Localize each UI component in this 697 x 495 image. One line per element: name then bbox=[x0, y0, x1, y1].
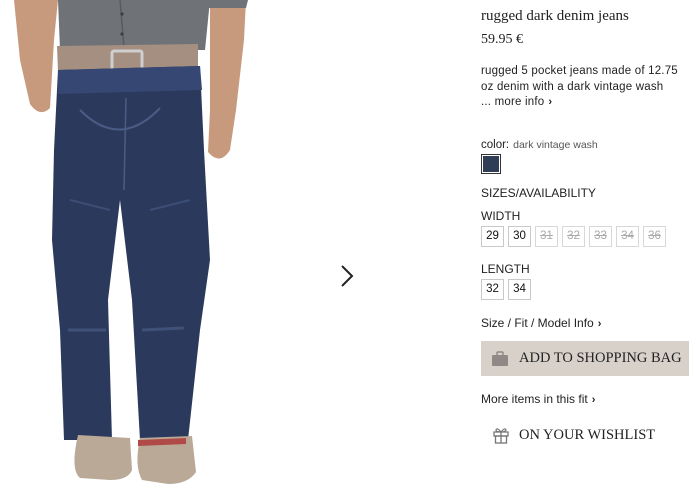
chevron-right-icon: › bbox=[597, 318, 602, 330]
shopping-bag-icon bbox=[492, 350, 508, 366]
length-label: LENGTH bbox=[481, 262, 530, 276]
length-options: 32 34 bbox=[481, 279, 531, 300]
description-text: rugged 5 pocket jeans made of 12.75 oz d… bbox=[481, 65, 678, 93]
add-to-shopping-bag-button[interactable]: ADD TO SHOPPING BAG bbox=[481, 341, 689, 376]
more-info-label: ... more info bbox=[481, 96, 545, 108]
next-image-arrow-icon[interactable] bbox=[336, 262, 358, 290]
color-label: color: bbox=[481, 139, 510, 151]
length-option[interactable]: 32 bbox=[481, 279, 504, 300]
width-option: 34 bbox=[616, 226, 639, 247]
wishlist-label: ON YOUR WISHLIST bbox=[519, 427, 656, 443]
product-image bbox=[14, 0, 248, 484]
size-fit-label: Size / Fit / Model Info bbox=[481, 316, 594, 330]
product-title: rugged dark denim jeans bbox=[481, 8, 629, 24]
gift-icon bbox=[493, 428, 509, 444]
more-info-link[interactable]: ... more info › bbox=[481, 96, 552, 108]
width-option: 33 bbox=[589, 226, 612, 247]
length-option[interactable]: 34 bbox=[508, 279, 531, 300]
product-price: 59.95 € bbox=[481, 32, 523, 47]
more-fit-label: More items in this fit bbox=[481, 392, 588, 406]
size-fit-model-info-link[interactable]: Size / Fit / Model Info › bbox=[481, 316, 601, 330]
width-option: 31 bbox=[535, 226, 558, 247]
width-option[interactable]: 30 bbox=[508, 226, 531, 247]
wishlist-button[interactable]: ON YOUR WISHLIST bbox=[493, 427, 655, 444]
chevron-right-icon: › bbox=[548, 96, 553, 108]
more-items-in-fit-link[interactable]: More items in this fit › bbox=[481, 392, 595, 406]
color-row: color: dark vintage wash bbox=[481, 139, 598, 151]
chevron-right-icon: › bbox=[591, 394, 596, 406]
color-swatch[interactable] bbox=[481, 154, 501, 174]
color-value: dark vintage wash bbox=[513, 139, 598, 151]
width-option: 32 bbox=[562, 226, 585, 247]
add-to-bag-label: ADD TO SHOPPING BAG bbox=[519, 350, 682, 366]
color-swatch-fill bbox=[483, 156, 499, 172]
width-label: WIDTH bbox=[481, 209, 521, 223]
width-option[interactable]: 29 bbox=[481, 226, 504, 247]
sizes-availability-heading: SIZES/AVAILABILITY bbox=[481, 186, 596, 200]
product-description: rugged 5 pocket jeans made of 12.75 oz d… bbox=[481, 64, 691, 111]
width-options: 29 30 31 32 33 34 36 bbox=[481, 226, 666, 247]
width-option: 36 bbox=[643, 226, 666, 247]
